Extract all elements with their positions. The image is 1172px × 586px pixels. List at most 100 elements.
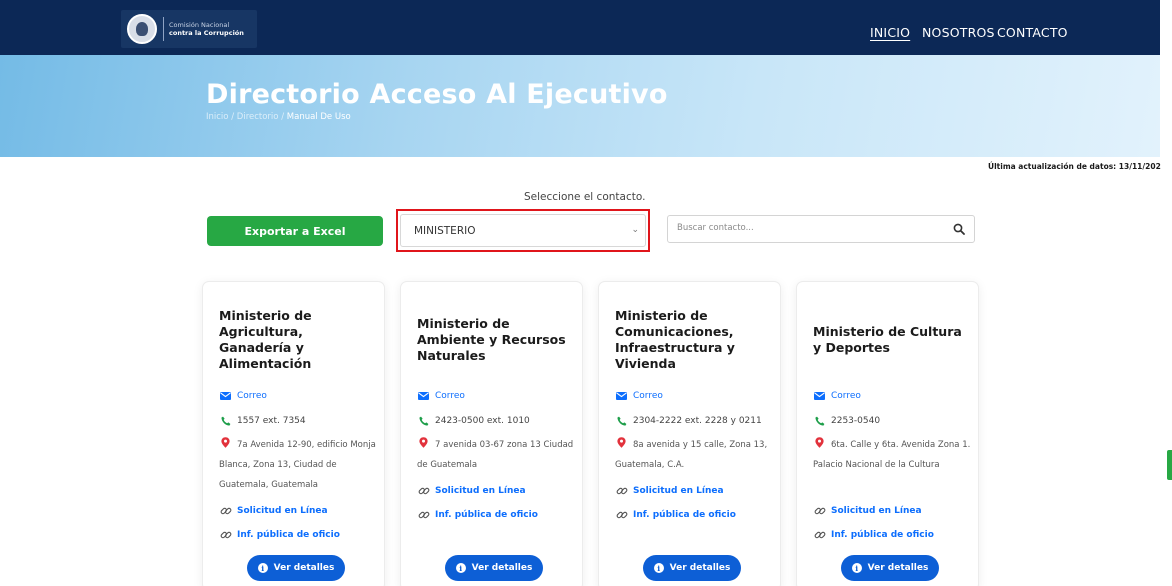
map-pin-icon: [815, 437, 824, 448]
breadcrumb-inicio[interactable]: Inicio: [206, 112, 229, 122]
phone-number: 1557 ext. 7354: [237, 416, 306, 426]
email-label: Correo: [435, 391, 465, 401]
info-icon: i: [851, 563, 862, 573]
select-contact-label: Seleccione el contacto.: [524, 191, 646, 203]
card-title: Ministerio de Agricultura, Ganadería y A…: [219, 307, 312, 372]
card-title: Ministerio de Ambiente y Recursos Natura…: [417, 315, 566, 364]
phone-number: 2423-0500 ext. 1010: [435, 416, 530, 426]
search-button[interactable]: [944, 216, 974, 242]
chevron-down-icon: ⌄: [631, 225, 639, 235]
link-icon: [219, 529, 232, 541]
link-icon: [615, 509, 628, 521]
phone-row: 2304-2222 ext. 2228 y 0211: [615, 416, 762, 426]
online-request-link[interactable]: Solicitud en Línea: [219, 505, 328, 517]
card-title-area: Ministerio de Comunicaciones, Infraestru…: [615, 298, 775, 382]
contact-type-select[interactable]: MINISTERIO ⌄: [400, 214, 646, 247]
online-request-label: Solicitud en Línea: [435, 486, 526, 496]
view-details-label: Ver detalles: [867, 563, 929, 573]
link-icon: [219, 505, 232, 517]
top-navbar: Comisión Nacional contra la Corrupción I…: [0, 0, 1160, 55]
nav-inicio[interactable]: INICIO: [870, 25, 910, 40]
info-icon: i: [653, 563, 664, 573]
page-title: Directorio Acceso Al Ejecutivo: [206, 79, 668, 110]
breadcrumb-directorio[interactable]: Directorio: [237, 112, 279, 122]
public-info-link[interactable]: Inf. pública de oficio: [417, 509, 538, 521]
online-request-label: Solicitud en Línea: [831, 506, 922, 516]
card-title-area: Ministerio de Cultura y Deportes: [813, 298, 973, 382]
view-details-label: Ver detalles: [669, 563, 731, 573]
card-title-area: Ministerio de Ambiente y Recursos Natura…: [417, 298, 577, 382]
envelope-icon: [417, 392, 430, 400]
address-block: 8a avenida y 15 calle, Zona 13, Guatemal…: [615, 435, 775, 475]
phone-row: 2253-0540: [813, 416, 880, 426]
online-request-link[interactable]: Solicitud en Línea: [813, 505, 922, 517]
nav-nosotros[interactable]: NOSOTROS: [922, 25, 995, 40]
export-excel-button[interactable]: Exportar a Excel: [207, 216, 383, 246]
email-label: Correo: [633, 391, 663, 401]
select-value: MINISTERIO: [414, 224, 476, 237]
envelope-icon: [615, 392, 628, 400]
email-label: Correo: [831, 391, 861, 401]
view-details-label: Ver detalles: [273, 563, 335, 573]
phone-row: 1557 ext. 7354: [219, 416, 306, 426]
address-block: 6ta. Calle y 6ta. Avenida Zona 1. Palaci…: [813, 435, 973, 475]
public-info-label: Inf. pública de oficio: [237, 530, 340, 540]
link-icon: [417, 509, 430, 521]
search-box: [667, 215, 975, 243]
address-text: 7 avenida 03-67 zona 13 Ciudad de Guatem…: [417, 440, 574, 470]
online-request-link[interactable]: Solicitud en Línea: [615, 485, 724, 497]
public-info-link[interactable]: Inf. pública de oficio: [615, 509, 736, 521]
logo-divider: [163, 17, 164, 41]
phone-icon: [813, 416, 826, 426]
side-tab[interactable]: [1167, 450, 1172, 480]
map-pin-icon: [419, 437, 428, 448]
address-block: 7 avenida 03-67 zona 13 Ciudad de Guatem…: [417, 435, 577, 475]
email-link[interactable]: Correo: [417, 391, 465, 401]
card-title: Ministerio de Cultura y Deportes: [813, 323, 962, 355]
phone-row: 2423-0500 ext. 1010: [417, 416, 530, 426]
phone-icon: [615, 416, 628, 426]
phone-number: 2253-0540: [831, 416, 881, 426]
link-icon: [813, 505, 826, 517]
info-icon: i: [257, 563, 268, 573]
search-input[interactable]: [677, 223, 927, 233]
email-link[interactable]: Correo: [219, 391, 267, 401]
breadcrumb: Inicio / Directorio / Manual De Uso: [206, 112, 351, 122]
ministry-card: Ministerio de Cultura y Deportes Correo …: [796, 281, 979, 586]
ministry-card: Ministerio de Ambiente y Recursos Natura…: [400, 281, 583, 586]
online-request-label: Solicitud en Línea: [237, 506, 328, 516]
phone-icon: [219, 416, 232, 426]
phone-number: 2304-2222 ext. 2228 y 0211: [633, 416, 762, 426]
card-title: Ministerio de Comunicaciones, Infraestru…: [615, 307, 735, 372]
link-icon: [417, 485, 430, 497]
ministry-card: Ministerio de Comunicaciones, Infraestru…: [598, 281, 781, 586]
breadcrumb-separator: /: [231, 112, 235, 122]
address-text: 8a avenida y 15 calle, Zona 13, Guatemal…: [615, 440, 768, 470]
card-title-area: Ministerio de Agricultura, Ganadería y A…: [219, 298, 379, 382]
guatemala-seal-icon: [127, 14, 157, 44]
view-details-button[interactable]: i Ver detalles: [247, 555, 345, 581]
link-icon: [615, 485, 628, 497]
map-pin-icon: [617, 437, 626, 448]
public-info-link[interactable]: Inf. pública de oficio: [219, 529, 340, 541]
cnc-logo[interactable]: Comisión Nacional contra la Corrupción: [121, 10, 257, 48]
breadcrumb-current: Manual De Uso: [286, 112, 351, 122]
online-request-link[interactable]: Solicitud en Línea: [417, 485, 526, 497]
ministry-card: Ministerio de Agricultura, Ganadería y A…: [202, 281, 385, 586]
public-info-link[interactable]: Inf. pública de oficio: [813, 529, 934, 541]
view-details-button[interactable]: i Ver detalles: [841, 555, 939, 581]
email-link[interactable]: Correo: [813, 391, 861, 401]
breadcrumb-separator: /: [281, 112, 285, 122]
phone-icon: [417, 416, 430, 426]
view-details-label: Ver detalles: [471, 563, 533, 573]
view-details-button[interactable]: i Ver detalles: [445, 555, 543, 581]
address-text: 6ta. Calle y 6ta. Avenida Zona 1. Palaci…: [813, 440, 971, 470]
view-details-button[interactable]: i Ver detalles: [643, 555, 741, 581]
public-info-label: Inf. pública de oficio: [831, 530, 934, 540]
search-icon: [953, 223, 965, 235]
email-link[interactable]: Correo: [615, 391, 663, 401]
logo-line-2: contra la Corrupción: [169, 28, 244, 37]
last-updated-text: Última actualización de datos: 13/11/202: [988, 162, 1161, 171]
nav-contacto[interactable]: CONTACTO: [997, 25, 1068, 40]
envelope-icon: [219, 392, 232, 400]
